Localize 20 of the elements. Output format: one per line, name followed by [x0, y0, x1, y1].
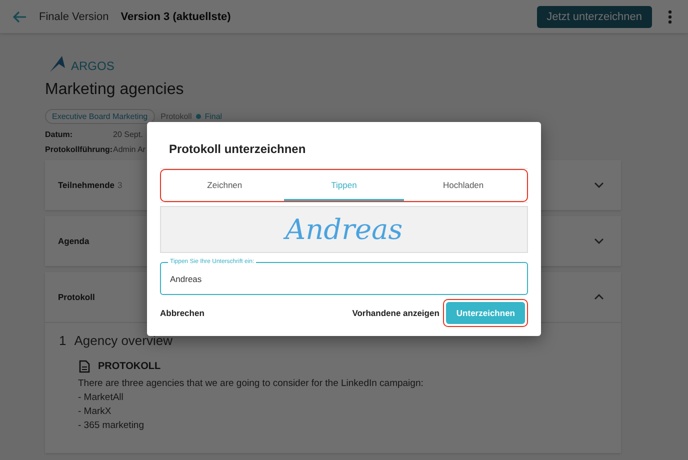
version-label: Version 3 (aktuellste)	[120, 10, 231, 22]
heading-number: 1	[59, 333, 66, 348]
field-label: Datum:	[45, 130, 74, 139]
field-label: Protokollführung:	[45, 145, 113, 154]
team-tag: Executive Board Marketing	[45, 109, 155, 124]
signature-preview: Andreas	[160, 206, 528, 253]
section-title: Teilnehmende	[58, 180, 115, 190]
section-title: Protokoll	[58, 292, 95, 302]
section-title: Agenda	[58, 236, 90, 246]
field-value: Admin Ar	[113, 145, 146, 154]
status-label: Final	[204, 112, 222, 121]
document-title: Marketing agencies	[45, 81, 185, 99]
protocol-text: - MarkX	[78, 405, 112, 419]
protocol-text: - 365 marketing	[78, 419, 146, 433]
section-heading: Agency overview	[74, 333, 173, 348]
block-title: PROTOKOLL	[98, 361, 161, 372]
protocol-text: - MarketAll	[78, 391, 124, 405]
dialog-title: Protokoll unterzeichnen	[169, 142, 307, 156]
protocol-text: There are three agencies that we are going to consider for the LinkedIn campaign:	[78, 377, 424, 391]
logo-text: ARGOS	[71, 59, 114, 73]
